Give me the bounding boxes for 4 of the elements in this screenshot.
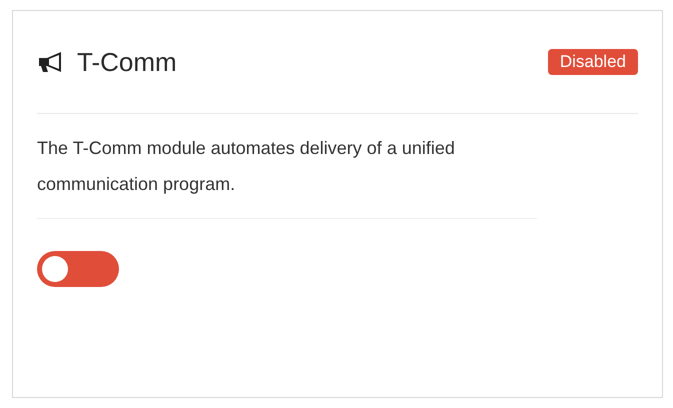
toggle-switch[interactable] (37, 251, 119, 287)
description: The T-Comm module automates delivery of a unified communication program. (37, 114, 537, 219)
card-title: T-Comm (77, 46, 178, 78)
status-badge: Disabled (548, 49, 638, 75)
